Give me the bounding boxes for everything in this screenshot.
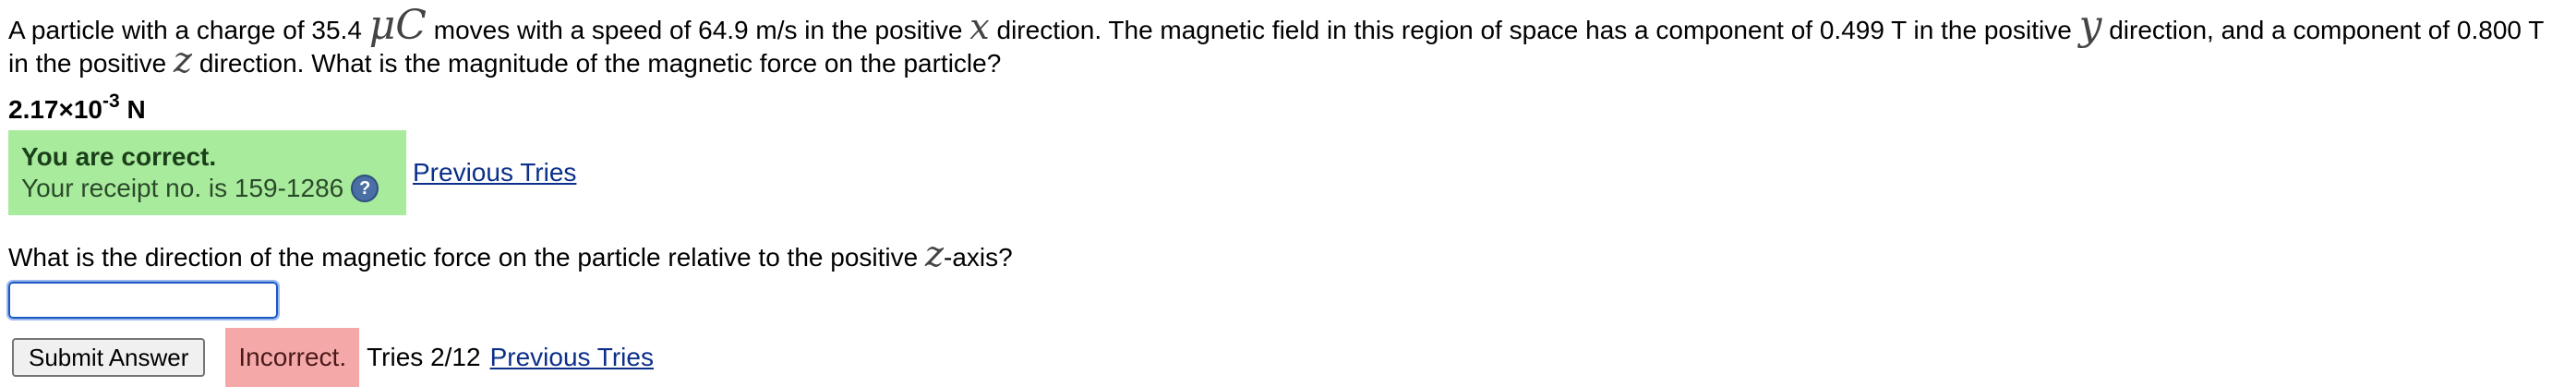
q2-text-part1: What is the direction of the magnetic fo… [8, 243, 919, 272]
answer-unit: N [126, 95, 146, 124]
problem-page: A particle with a charge of 35.4 μC move… [6, 0, 2566, 387]
var-z-2: z [924, 234, 944, 274]
answer-1-feedback-row: You are correct. Your receipt no. is 159… [8, 130, 2566, 215]
var-z: z [174, 40, 193, 80]
q1-text-part2: moves with a speed of 64.9 m/s in the po… [433, 16, 963, 44]
question-2-text: What is the direction of the magnetic fo… [8, 236, 2566, 274]
submit-answer-button[interactable]: Submit Answer [12, 338, 206, 377]
correct-feedback-box: You are correct. Your receipt no. is 159… [8, 130, 406, 215]
charge-unit: μC [368, 2, 427, 49]
answer-1-value: 2.17×10-3 N [8, 91, 146, 124]
var-y: y [2078, 2, 2102, 49]
help-icon[interactable]: ? [351, 175, 379, 202]
answer-exponent: -3 [102, 91, 120, 112]
submit-row: Submit Answer Incorrect. Tries 2/12 Prev… [8, 328, 2566, 387]
question-1-text: A particle with a charge of 35.4 μC move… [8, 6, 2566, 80]
previous-tries-link-2[interactable]: Previous Tries [490, 343, 654, 372]
q2-text-part2: -axis? [944, 243, 1013, 272]
receipt-text: Your receipt no. is 159-1286 [21, 174, 344, 202]
answer-2-input[interactable] [6, 280, 280, 320]
q1-text-part5: direction. What is the magnitude of the … [199, 49, 1002, 78]
previous-tries-link-1[interactable]: Previous Tries [413, 156, 576, 189]
correct-title: You are correct. [21, 142, 217, 171]
var-x: x [969, 6, 990, 47]
q1-text-part3: direction. The magnetic field in this re… [996, 16, 2072, 44]
incorrect-badge: Incorrect. [225, 328, 360, 387]
tries-count: Tries 2/12 [367, 343, 481, 371]
receipt-line: Your receipt no. is 159-1286 ? [21, 173, 393, 204]
